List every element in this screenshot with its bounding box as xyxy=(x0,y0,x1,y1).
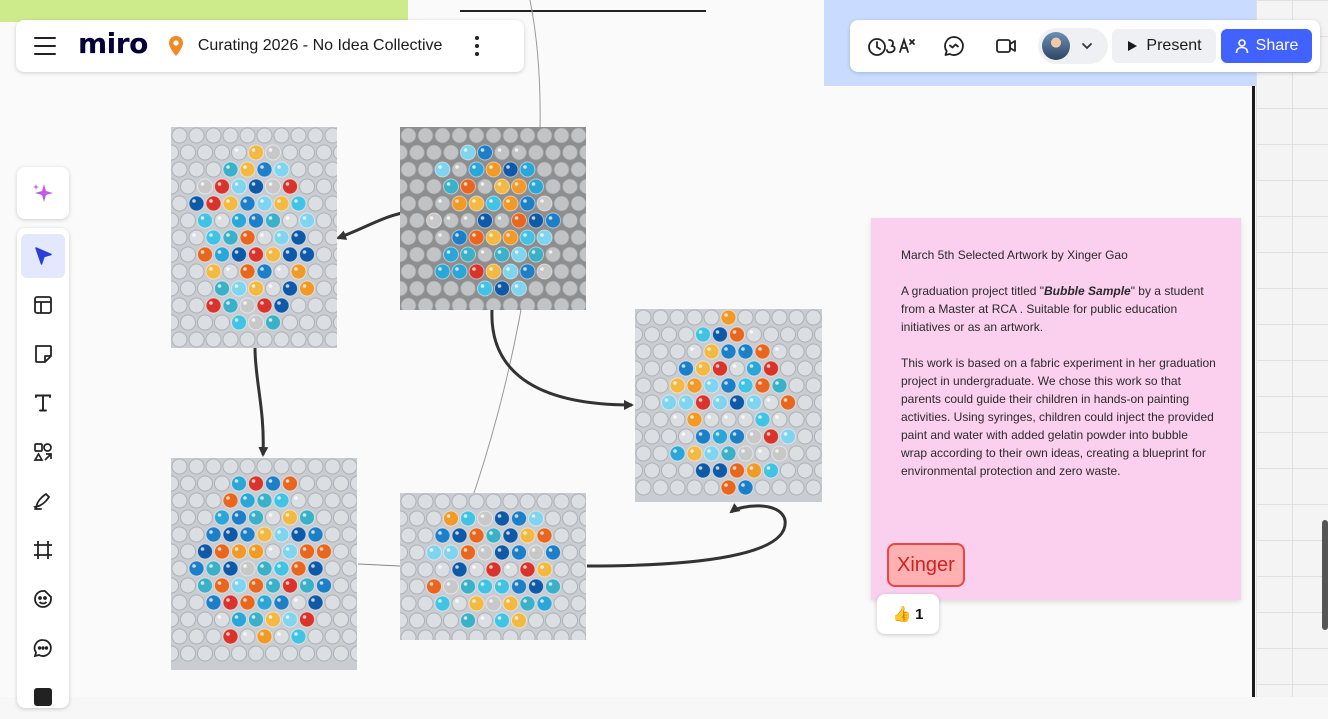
sticky-text: March 5th Selected Artwork by Xinger Gao… xyxy=(901,246,1216,498)
select-cursor-icon xyxy=(35,247,52,265)
menu-icon[interactable] xyxy=(34,37,56,55)
reaction-badge[interactable]: 👍 1 xyxy=(877,594,939,634)
connector-arrow-1 xyxy=(336,211,403,240)
video-call-icon[interactable] xyxy=(990,30,1022,62)
text-tool[interactable] xyxy=(21,381,65,425)
present-button[interactable]: Present xyxy=(1112,29,1216,63)
name-tag[interactable]: Xinger xyxy=(887,543,965,587)
location-pin-icon xyxy=(168,35,184,57)
board-header: miro Curating 2026 - No Idea Collective xyxy=(16,20,524,72)
sticky-paragraph-intro: A graduation project titled "Bubble Samp… xyxy=(901,284,1204,334)
artwork-photo-1[interactable] xyxy=(171,127,337,348)
collaborators-menu[interactable] xyxy=(1038,28,1108,64)
sticky-note-tool[interactable] xyxy=(21,332,65,376)
share-person-icon xyxy=(1235,39,1248,54)
ai-sparkle-icon xyxy=(33,184,53,202)
left-toolbar xyxy=(17,228,69,708)
artwork-photo-4[interactable] xyxy=(171,458,357,670)
avatar[interactable] xyxy=(1042,32,1070,60)
artwork-photo-2[interactable] xyxy=(400,127,586,310)
play-icon xyxy=(1128,41,1138,51)
collaboration-toolbar: Present Share xyxy=(850,20,1320,72)
pen-tool[interactable] xyxy=(21,479,65,523)
reaction-count: 1 xyxy=(915,605,924,623)
frame-icon xyxy=(34,541,52,559)
sticky-heading: March 5th Selected Artwork by Xinger Gao xyxy=(901,248,1128,262)
sticky-paragraph-body: This work is based on a fabric experimen… xyxy=(901,356,1216,478)
comment-tool[interactable] xyxy=(21,626,65,670)
stickers-icon xyxy=(34,590,52,608)
chevron-down-icon xyxy=(1082,43,1092,50)
miro-logo[interactable]: miro xyxy=(78,30,148,58)
templates-icon xyxy=(34,296,52,314)
sticky-note-icon xyxy=(35,345,52,363)
select-tool[interactable] xyxy=(21,234,65,278)
artwork-title: Bubble Sample xyxy=(1044,284,1131,298)
connector-arrow-3 xyxy=(490,309,634,410)
thumbs-up-icon: 👍 xyxy=(892,606,912,623)
reactions-icon[interactable] xyxy=(866,30,918,62)
shapes-icon xyxy=(33,443,52,461)
artwork-photo-5[interactable] xyxy=(400,493,586,640)
connector-arrow-4 xyxy=(586,503,787,568)
more-tools-icon xyxy=(34,688,52,706)
templates-tool[interactable] xyxy=(21,283,65,327)
chat-icon[interactable] xyxy=(938,30,970,62)
more-options-icon[interactable] xyxy=(474,36,480,56)
shapes-tool[interactable] xyxy=(21,430,65,474)
stickers-tool[interactable] xyxy=(21,577,65,621)
present-label: Present xyxy=(1146,37,1202,54)
share-label: Share xyxy=(1255,37,1299,54)
board-canvas[interactable]: March 5th Selected Artwork by Xinger Gao… xyxy=(0,0,1328,697)
pen-icon xyxy=(33,492,51,510)
artwork-photo-3[interactable] xyxy=(635,309,822,502)
more-tools[interactable] xyxy=(21,675,65,719)
frame-tool[interactable] xyxy=(21,528,65,572)
comment-icon xyxy=(33,639,52,658)
share-button[interactable]: Share xyxy=(1221,29,1312,63)
board-title[interactable]: Curating 2026 - No Idea Collective xyxy=(198,37,443,55)
ai-assist-button[interactable] xyxy=(17,167,69,219)
connector-thin-5 xyxy=(357,563,401,567)
connector-arrow-2 xyxy=(253,347,269,457)
text-icon xyxy=(35,394,51,412)
